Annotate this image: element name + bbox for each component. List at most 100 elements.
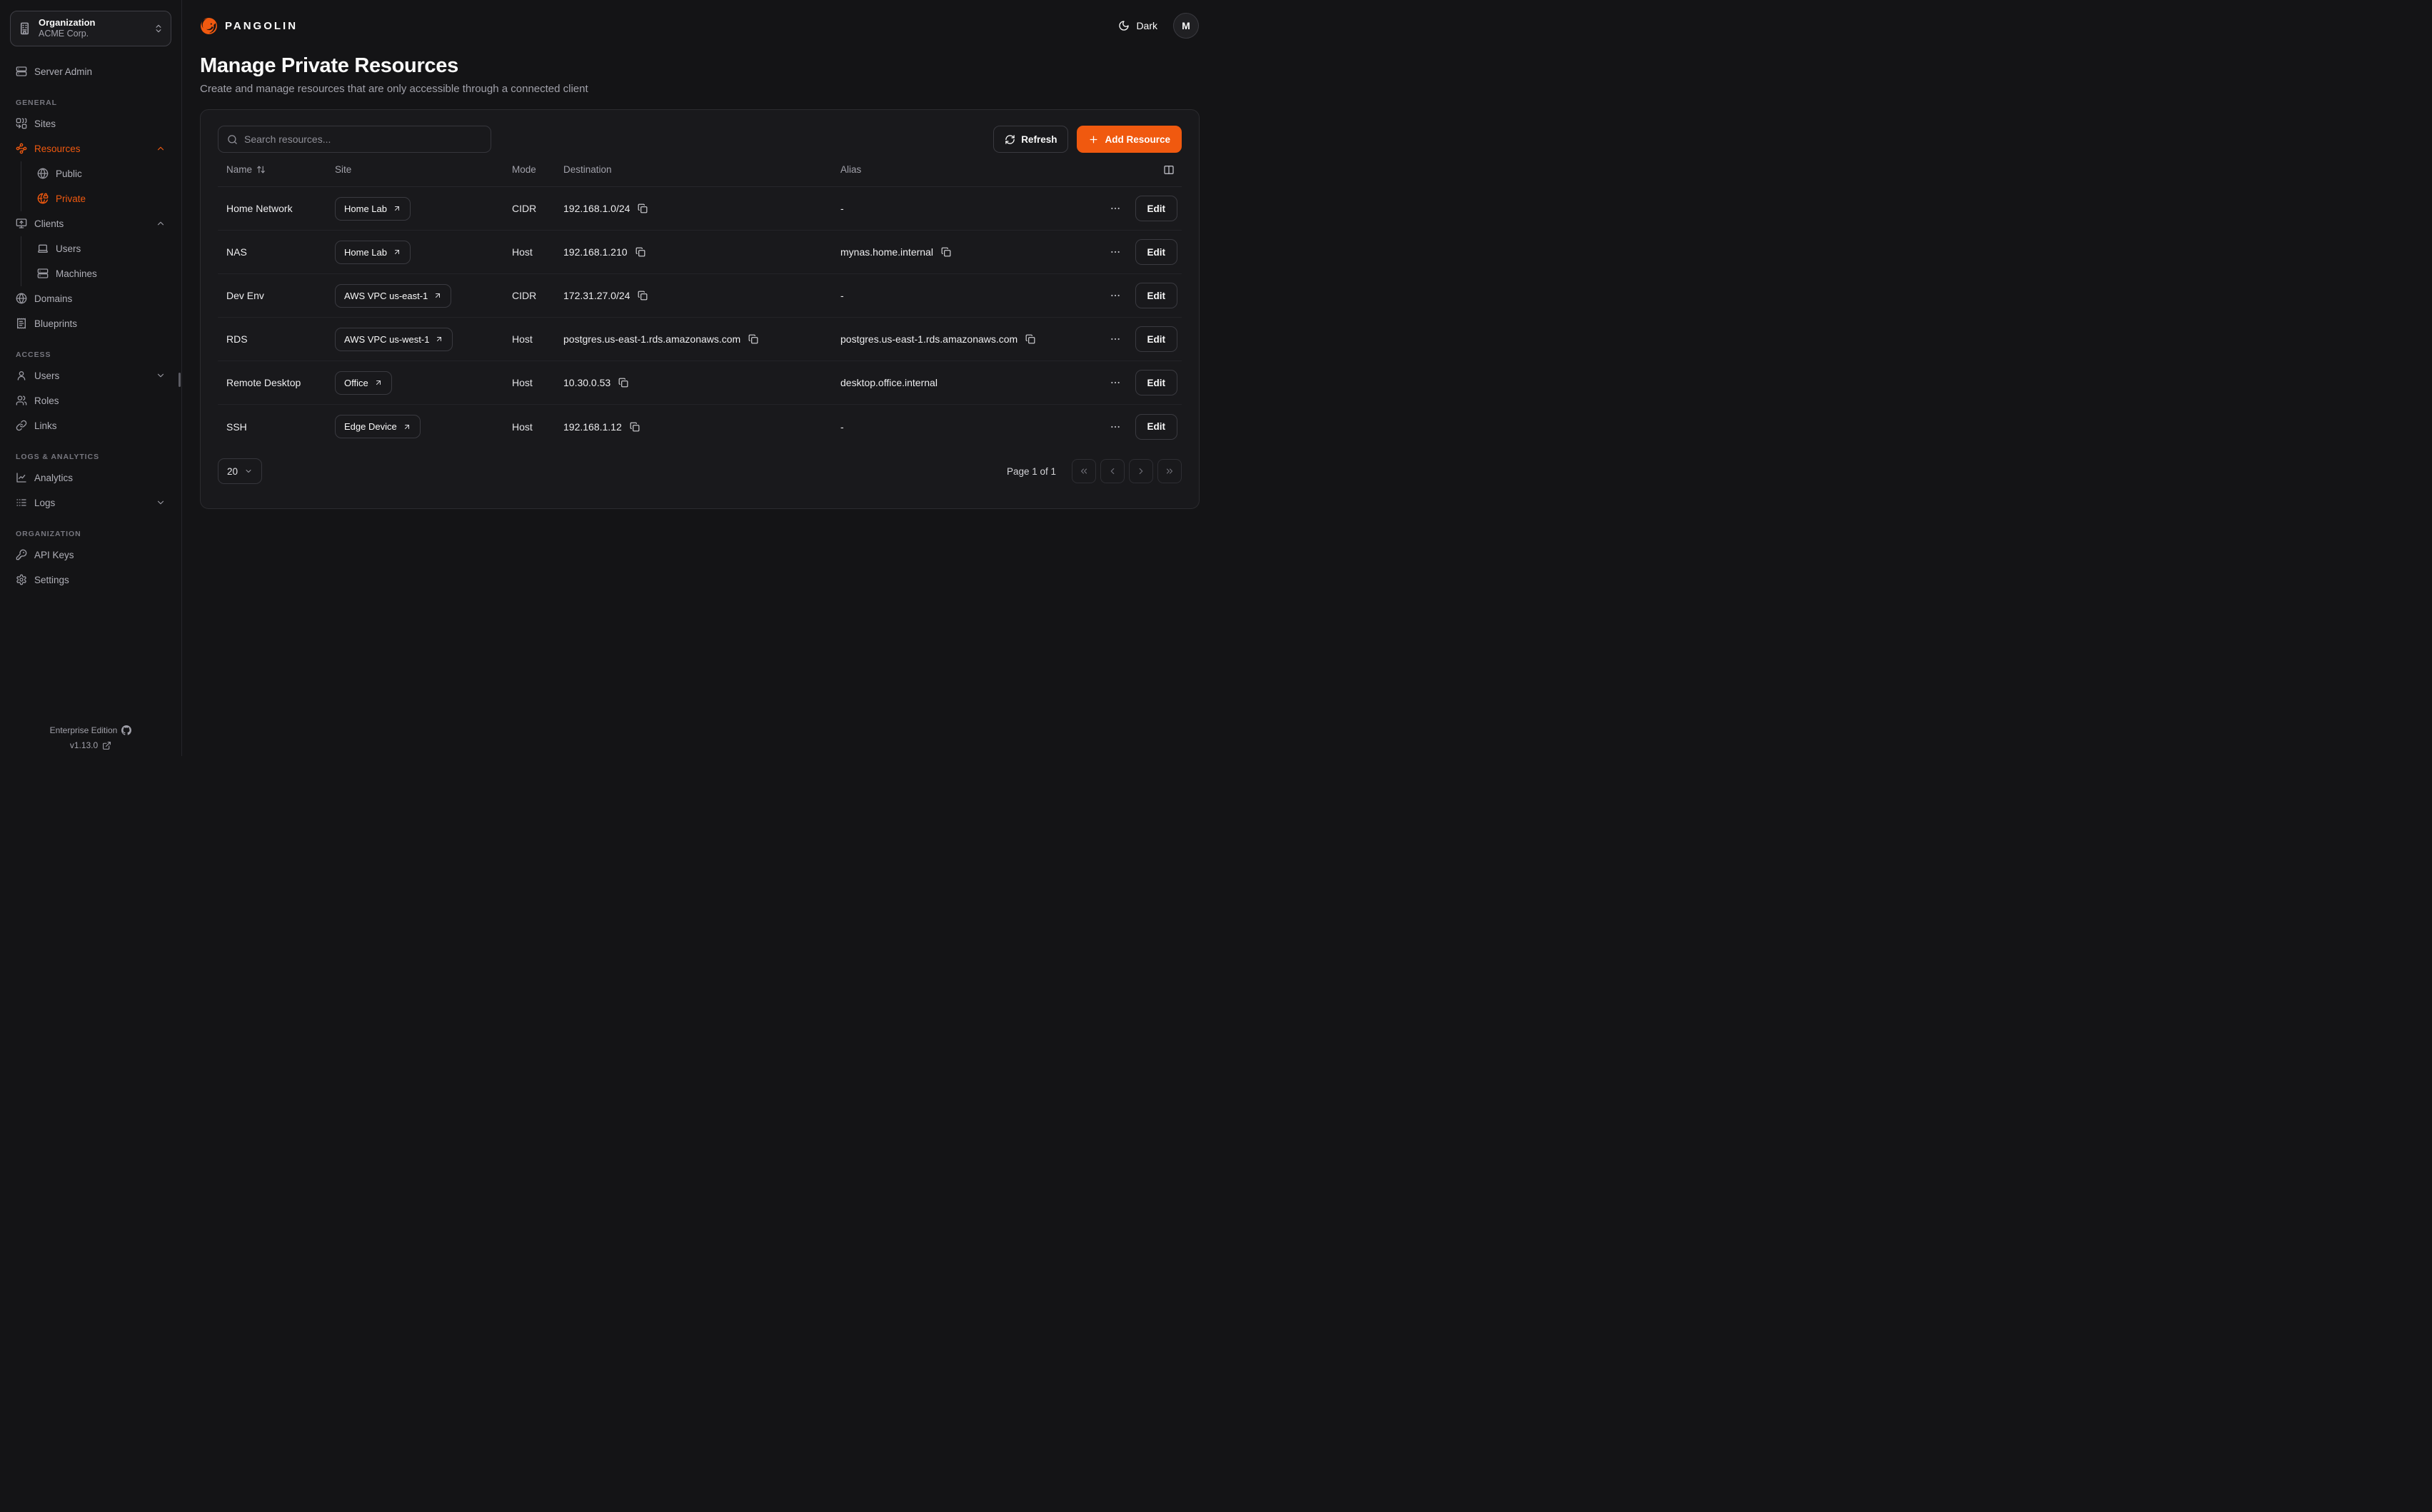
chevron-down-icon[interactable] xyxy=(156,371,166,380)
resource-name: Home Network xyxy=(218,203,326,214)
resource-destination: 10.30.0.53 xyxy=(563,377,610,388)
user-avatar[interactable]: M xyxy=(1173,13,1199,39)
sidebar-item-label: Machines xyxy=(56,268,166,279)
building-icon xyxy=(18,21,31,35)
sidebar-item-label: Private xyxy=(56,193,166,204)
resource-mode: CIDR xyxy=(503,203,555,214)
sidebar-item-blueprints[interactable]: Blueprints xyxy=(10,311,171,336)
sort-icon xyxy=(256,165,266,174)
sidebar-item-api-keys[interactable]: API Keys xyxy=(10,543,171,568)
edit-button[interactable]: Edit xyxy=(1135,283,1178,308)
copy-destination-button[interactable] xyxy=(636,289,649,302)
sidebar-item-machines[interactable]: Machines xyxy=(26,261,171,286)
copy-destination-button[interactable] xyxy=(617,376,630,389)
column-header-destination: Destination xyxy=(555,164,832,175)
row-actions-button[interactable] xyxy=(1107,331,1124,348)
add-resource-button[interactable]: Add Resource xyxy=(1077,126,1182,153)
chevron-up-icon[interactable] xyxy=(156,143,166,153)
table-body: Home Network Home Lab CIDR 192.168.1.0/2… xyxy=(218,187,1182,448)
next-page-button[interactable] xyxy=(1129,459,1153,483)
site-label: Edge Device xyxy=(344,421,397,432)
row-actions-button[interactable] xyxy=(1107,243,1124,261)
search-input[interactable] xyxy=(244,133,482,145)
sidebar-item-sites[interactable]: Sites xyxy=(10,111,171,136)
sidebar-item-resources[interactable]: Resources xyxy=(10,136,171,161)
resource-name: RDS xyxy=(218,333,326,345)
table-row: RDS AWS VPC us-west-1 Host postgres.us-e… xyxy=(218,318,1182,361)
page-size-select[interactable]: 20 xyxy=(218,458,262,484)
arrow-up-right-icon xyxy=(433,291,442,300)
sidebar-item-roles[interactable]: Roles xyxy=(10,388,171,413)
row-actions-button[interactable] xyxy=(1107,200,1124,217)
page-info: Page 1 of 1 xyxy=(1007,466,1056,477)
sidebar-item-label: Users xyxy=(56,243,166,254)
last-page-button[interactable] xyxy=(1157,459,1182,483)
site-label: Office xyxy=(344,378,368,388)
site-link-button[interactable]: Office xyxy=(335,371,392,395)
copy-alias-button[interactable] xyxy=(940,246,953,258)
site-link-button[interactable]: Home Lab xyxy=(335,197,411,221)
edition-link[interactable]: Enterprise Edition xyxy=(0,725,181,735)
site-link-button[interactable]: Edge Device xyxy=(335,415,421,438)
sidebar-item-public[interactable]: Public xyxy=(26,161,171,186)
version-link[interactable]: v1.13.0 xyxy=(0,740,181,750)
org-selector[interactable]: Organization ACME Corp. xyxy=(10,11,171,46)
refresh-icon xyxy=(1005,134,1015,145)
site-link-button[interactable]: AWS VPC us-west-1 xyxy=(335,328,453,351)
sidebar-item-label: Users xyxy=(34,371,149,381)
sidebar-item-analytics[interactable]: Analytics xyxy=(10,465,171,490)
row-actions-button[interactable] xyxy=(1107,418,1124,435)
table-row: Remote Desktop Office Host 10.30.0.53 de… xyxy=(218,361,1182,405)
sidebar-item-server-admin[interactable]: Server Admin xyxy=(10,59,171,84)
page-header: Manage Private Resources Create and mana… xyxy=(182,39,1216,95)
resource-alias: - xyxy=(840,421,844,433)
sidebar-item-links[interactable]: Links xyxy=(10,413,171,438)
edit-button[interactable]: Edit xyxy=(1135,239,1178,265)
users-icon xyxy=(16,395,27,406)
toolbar: Refresh Add Resource xyxy=(218,126,1182,153)
chevron-up-icon[interactable] xyxy=(156,218,166,228)
sidebar-item-settings[interactable]: Settings xyxy=(10,568,171,593)
table-row: SSH Edge Device Host 192.168.1.12 - Edit xyxy=(218,405,1182,448)
edit-button[interactable]: Edit xyxy=(1135,370,1178,395)
row-actions-button[interactable] xyxy=(1107,287,1124,304)
sidebar-item-users[interactable]: Users xyxy=(10,363,171,388)
edit-button[interactable]: Edit xyxy=(1135,414,1178,440)
sidebar-item-label: Public xyxy=(56,168,166,179)
chart-line-icon xyxy=(16,472,27,483)
sidebar-item-client-users[interactable]: Users xyxy=(26,236,171,261)
previous-page-button[interactable] xyxy=(1100,459,1125,483)
site-link-button[interactable]: AWS VPC us-east-1 xyxy=(335,284,451,308)
sidebar-item-private[interactable]: Private xyxy=(26,186,171,211)
copy-destination-button[interactable] xyxy=(636,202,649,215)
chevron-down-icon[interactable] xyxy=(156,498,166,508)
copy-destination-button[interactable] xyxy=(628,420,641,433)
brand: PANGOLIN xyxy=(200,17,298,35)
edit-button[interactable]: Edit xyxy=(1135,196,1178,221)
resources-subtree: Public Private xyxy=(21,161,171,211)
site-label: AWS VPC us-west-1 xyxy=(344,334,429,345)
resource-alias: - xyxy=(840,290,844,301)
laptop-icon xyxy=(37,243,49,254)
sidebar-item-label: Resources xyxy=(34,143,149,154)
column-settings-button[interactable] xyxy=(1160,161,1177,178)
plus-icon xyxy=(1088,134,1099,145)
theme-toggle[interactable]: Dark xyxy=(1118,20,1157,31)
sidebar-scrollbar-thumb[interactable] xyxy=(179,373,181,387)
sidebar-item-clients[interactable]: Clients xyxy=(10,211,171,236)
copy-destination-button[interactable] xyxy=(747,333,760,346)
copy-alias-button[interactable] xyxy=(1024,333,1037,346)
site-label: Home Lab xyxy=(344,203,387,214)
edition-label: Enterprise Edition xyxy=(50,725,118,735)
refresh-button[interactable]: Refresh xyxy=(993,126,1068,153)
receipt-icon xyxy=(16,318,27,329)
sidebar-item-logs[interactable]: Logs xyxy=(10,490,171,515)
edit-button[interactable]: Edit xyxy=(1135,326,1178,352)
arrow-up-right-icon xyxy=(374,378,383,387)
row-actions-button[interactable] xyxy=(1107,374,1124,391)
copy-destination-button[interactable] xyxy=(634,246,647,258)
site-link-button[interactable]: Home Lab xyxy=(335,241,411,264)
sidebar-item-domains[interactable]: Domains xyxy=(10,286,171,311)
sort-by-name-button[interactable]: Name xyxy=(226,164,266,175)
first-page-button[interactable] xyxy=(1072,459,1096,483)
